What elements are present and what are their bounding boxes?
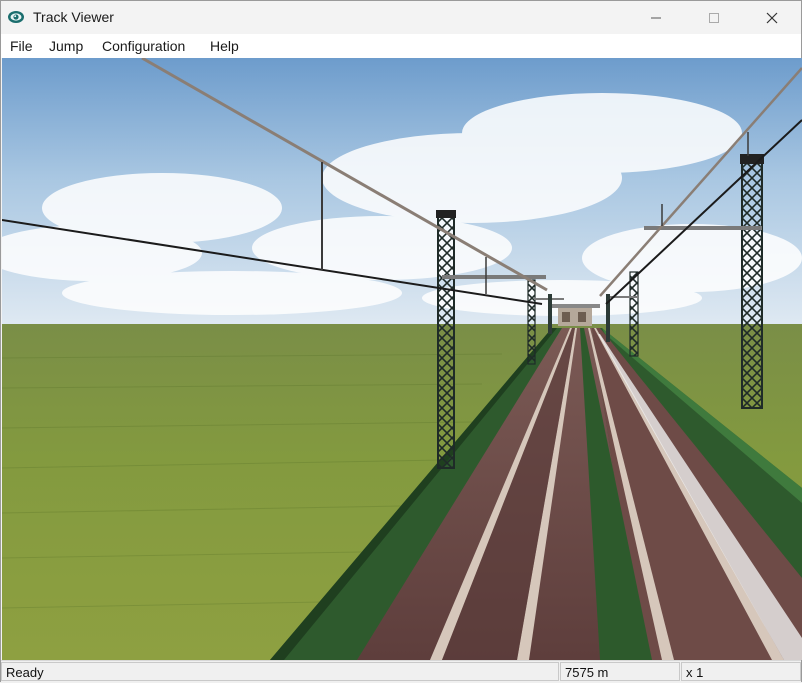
track-viewer-window: Track Viewer File Jump Configuration Hel…: [0, 0, 802, 683]
minimize-button[interactable]: [627, 1, 685, 34]
3d-viewport[interactable]: [2, 58, 802, 660]
title-bar[interactable]: Track Viewer: [1, 1, 801, 34]
menu-help[interactable]: Help: [210, 38, 239, 54]
minimize-icon: [651, 17, 661, 18]
menu-jump[interactable]: Jump: [49, 38, 83, 54]
menu-bar: File Jump Configuration Help: [1, 34, 801, 58]
maximize-icon: [709, 12, 719, 23]
close-button[interactable]: [743, 1, 801, 34]
status-speed: x 1: [681, 662, 801, 681]
window-title: Track Viewer: [33, 9, 114, 25]
menu-file[interactable]: File: [10, 38, 33, 54]
railway-scene: [2, 58, 802, 660]
status-distance: 7575 m: [560, 662, 680, 681]
status-bar: Ready 7575 m x 1: [1, 660, 801, 683]
track-viewer-eye-icon: [8, 11, 24, 23]
close-icon: [766, 12, 778, 23]
status-message: Ready: [1, 662, 559, 681]
maximize-button[interactable]: [685, 1, 743, 34]
menu-configuration[interactable]: Configuration: [102, 38, 185, 54]
